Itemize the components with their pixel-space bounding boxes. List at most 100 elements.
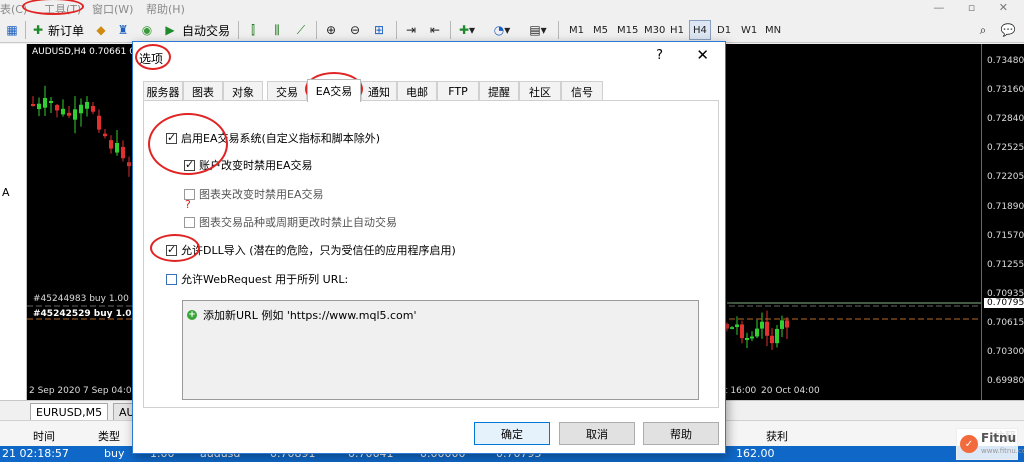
chart-shift-icon[interactable]: ⇤ xyxy=(426,20,444,40)
chat-icon[interactable]: 💬 xyxy=(998,20,1018,40)
disable-on-symbol-change-checkbox[interactable] xyxy=(184,216,195,228)
new-order-icon[interactable]: ✚ xyxy=(30,20,46,40)
tab-server[interactable]: 服务器 xyxy=(143,81,183,101)
tab-objects[interactable]: 对象 xyxy=(223,81,263,101)
price-label: 0.73160 xyxy=(987,85,1024,96)
disable-on-account-change-option[interactable]: 账户改变时禁用EA交易 xyxy=(184,157,312,173)
enable-ea-checkbox[interactable] xyxy=(166,131,177,144)
line-chart-icon[interactable]: ⟋ xyxy=(292,20,310,40)
tab-charts[interactable]: 图表 xyxy=(183,81,223,101)
toolbar-separator xyxy=(25,21,26,39)
allow-dll-label: 允许DLL导入 (潜在的危险，只为受信任的应用程序启用) xyxy=(181,244,456,257)
tab-alerts[interactable]: 提醒 xyxy=(479,81,519,101)
timeframe-m5[interactable]: M5 xyxy=(590,20,611,40)
allow-dll-option[interactable]: 允许DLL导入 (潜在的危险，只为受信任的应用程序启用) xyxy=(166,242,456,258)
candle-body xyxy=(49,101,53,104)
tab-expert-advisors[interactable]: EA交易 xyxy=(307,79,361,102)
timeframe-m15[interactable]: M15 xyxy=(614,20,641,40)
help-icon[interactable]: ? xyxy=(656,48,663,63)
tab-ftp[interactable]: FTP xyxy=(437,81,479,101)
disable-on-profile-change-option[interactable]: 图表夹改变时禁用EA交易 xyxy=(184,186,323,202)
options-tabs: 服务器 图表 对象 交易 EA交易 通知 电邮 FTP 提醒 社区 信号 xyxy=(143,79,719,102)
toolbar-separator xyxy=(558,21,559,39)
timeframe-w1[interactable]: W1 xyxy=(738,20,760,40)
url-list[interactable]: + 添加新URL 例如 'https://www.mql5.com' xyxy=(182,300,699,400)
dialog-title: 选项 xyxy=(139,52,164,66)
disable-on-profile-change-label: 图表夹改变时禁用EA交易 xyxy=(199,188,324,201)
close-icon[interactable]: ✕ xyxy=(696,46,709,64)
candle-body xyxy=(770,335,774,344)
menu-help[interactable]: 帮助(H) xyxy=(146,1,185,17)
cancel-button[interactable]: 取消 xyxy=(559,422,635,445)
candle-body xyxy=(85,101,89,109)
help-button[interactable]: 帮助 xyxy=(643,422,719,445)
bar-chart-icon[interactable]: ⫿ xyxy=(244,20,262,40)
allow-dll-checkbox[interactable] xyxy=(166,243,177,256)
metaeditor-icon[interactable]: ◆ xyxy=(92,20,110,40)
tab-signals[interactable]: 信号 xyxy=(561,81,603,101)
allow-webrequest-option[interactable]: 允许WebRequest 用于所列 URL: xyxy=(166,271,348,287)
time-label: 20 Oct 04:00 xyxy=(761,386,820,396)
indicators-icon[interactable]: ✚ ▾ xyxy=(456,20,478,40)
zoom-in-icon[interactable]: ⊕ xyxy=(322,20,340,40)
candlestick-icon[interactable]: ⫼ xyxy=(268,20,286,40)
toolbar-separator xyxy=(316,21,317,39)
options-dialog: 选项 ? ✕ 服务器 图表 对象 交易 EA交易 通知 电邮 FTP 提醒 社区… xyxy=(132,41,726,454)
menu-bar: 表(C) 工具(T) 窗口(W) 帮助(H) — ▫ ✕ xyxy=(0,0,1024,16)
tab-community[interactable]: 社区 xyxy=(519,81,561,101)
tab-trade[interactable]: 交易 xyxy=(267,81,307,101)
disable-on-account-change-checkbox[interactable] xyxy=(184,158,195,171)
price-label: 0.70615 xyxy=(987,317,1024,328)
candle-body xyxy=(109,140,113,149)
vps-icon[interactable]: ◉ xyxy=(138,20,156,40)
zoom-out-icon[interactable]: ⊖ xyxy=(346,20,364,40)
timeframe-m30[interactable]: M30 xyxy=(641,20,668,40)
candle-body xyxy=(37,103,41,110)
candle-body xyxy=(745,337,749,340)
search-icon[interactable]: ⌕ xyxy=(974,20,992,40)
allow-webrequest-checkbox[interactable] xyxy=(166,273,177,285)
new-order-button[interactable]: 新订单 xyxy=(48,20,84,40)
candle-body xyxy=(43,98,47,108)
timeframe-h1[interactable]: H1 xyxy=(667,20,687,40)
cell-profit: 162.00 xyxy=(736,447,775,460)
enable-ea-option[interactable]: 启用EA交易系统(自定义指标和脚本除外) xyxy=(166,130,380,146)
ok-button[interactable]: 确定 xyxy=(474,422,550,445)
tab-email[interactable]: 电邮 xyxy=(397,81,437,101)
chart-tab-eurusd[interactable]: EURUSD,M5 xyxy=(30,403,109,420)
menu-window[interactable]: 窗口(W) xyxy=(92,1,133,17)
chart-symbol-title: AUDUSD,H4 0.70661 0.7 xyxy=(32,47,144,57)
watermark-sub: www.fitnu.com xyxy=(981,447,1024,455)
timeframe-d1[interactable]: D1 xyxy=(714,20,734,40)
price-axis: 0.73480 0.73160 0.72840 0.72525 0.72205 0.718… xyxy=(981,44,1024,400)
templates-icon[interactable]: ▤▾ xyxy=(526,20,550,40)
timeframe-mn[interactable]: MN xyxy=(762,20,784,40)
menu-chart[interactable]: 表(C) xyxy=(0,1,27,17)
menu-tools[interactable]: 工具(T) xyxy=(44,1,81,17)
strategy-tester-icon[interactable]: ♜ xyxy=(114,20,132,40)
cell-time: 21 02:18:57 xyxy=(2,447,69,460)
window-controls[interactable]: — ▫ ✕ xyxy=(933,1,1018,14)
toolbar-separator xyxy=(238,21,239,39)
add-url-item[interactable]: + 添加新URL 例如 'https://www.mql5.com' xyxy=(187,307,417,323)
column-type[interactable]: 类型 xyxy=(98,428,120,444)
disable-on-symbol-change-option[interactable]: 图表交易品种或周期更改时禁止自动交易 xyxy=(184,214,397,230)
periods-icon[interactable]: ◔ ▾ xyxy=(490,20,514,40)
candle-body xyxy=(765,321,769,336)
tab-notifications[interactable]: 通知 xyxy=(361,81,397,101)
column-profit[interactable]: 获利 xyxy=(766,428,788,444)
timeframe-m1[interactable]: M1 xyxy=(566,20,587,40)
auto-trading-button[interactable]: 自动交易 xyxy=(182,20,230,40)
candle-body xyxy=(730,327,734,330)
disable-on-account-change-label: 账户改变时禁用EA交易 xyxy=(199,159,313,172)
logo-icon: ✓ xyxy=(960,435,978,453)
current-price-label: 0.70795 xyxy=(984,298,1024,308)
column-time[interactable]: 时间 xyxy=(33,428,55,444)
toolbar-separator xyxy=(396,21,397,39)
tile-windows-icon[interactable]: ⊞ xyxy=(370,20,388,40)
candle-body xyxy=(755,328,759,337)
timeframe-h4[interactable]: H4 xyxy=(689,20,711,40)
autoscroll-icon[interactable]: ⇥ xyxy=(402,20,420,40)
market-watch-icon[interactable]: ▦ xyxy=(2,20,22,40)
auto-trading-icon[interactable]: ▶ xyxy=(162,20,178,40)
